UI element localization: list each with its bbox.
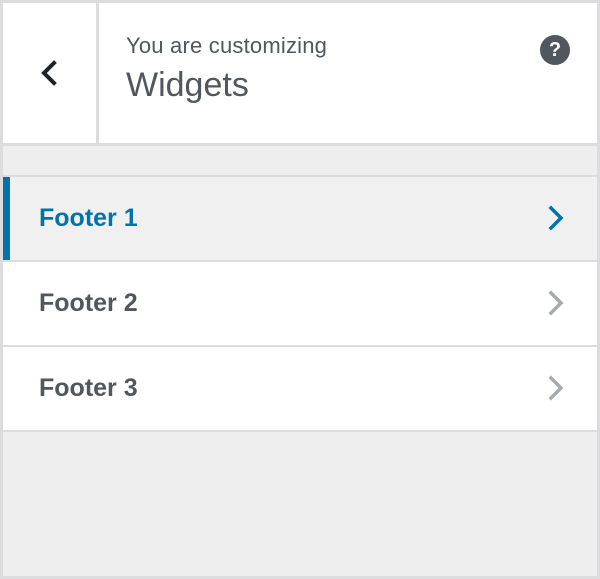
- chevron-right-icon: [548, 205, 564, 231]
- section-footer-2[interactable]: Footer 2: [3, 262, 597, 347]
- customizer-panel: You are customizing Widgets ? Footer 1 F…: [0, 0, 600, 579]
- section-footer-1[interactable]: Footer 1: [3, 177, 597, 262]
- chevron-right-icon: [548, 290, 564, 316]
- panel-title: Widgets: [126, 66, 249, 104]
- chevron-left-icon: [40, 60, 57, 86]
- help-icon[interactable]: ?: [540, 35, 570, 65]
- widget-area-list: Footer 1 Footer 2 Footer 3: [3, 175, 597, 432]
- back-button[interactable]: [3, 3, 99, 143]
- customizing-label: You are customizing: [126, 33, 328, 58]
- chevron-right-icon: [548, 375, 564, 401]
- panel-title-block: You are customizing Widgets: [126, 31, 327, 107]
- section-label: Footer 1: [39, 204, 138, 232]
- section-label: Footer 2: [39, 289, 138, 317]
- active-indicator: [3, 177, 10, 260]
- section-footer-3[interactable]: Footer 3: [3, 347, 597, 432]
- panel-header: You are customizing Widgets ?: [3, 3, 597, 146]
- section-label: Footer 3: [39, 374, 138, 402]
